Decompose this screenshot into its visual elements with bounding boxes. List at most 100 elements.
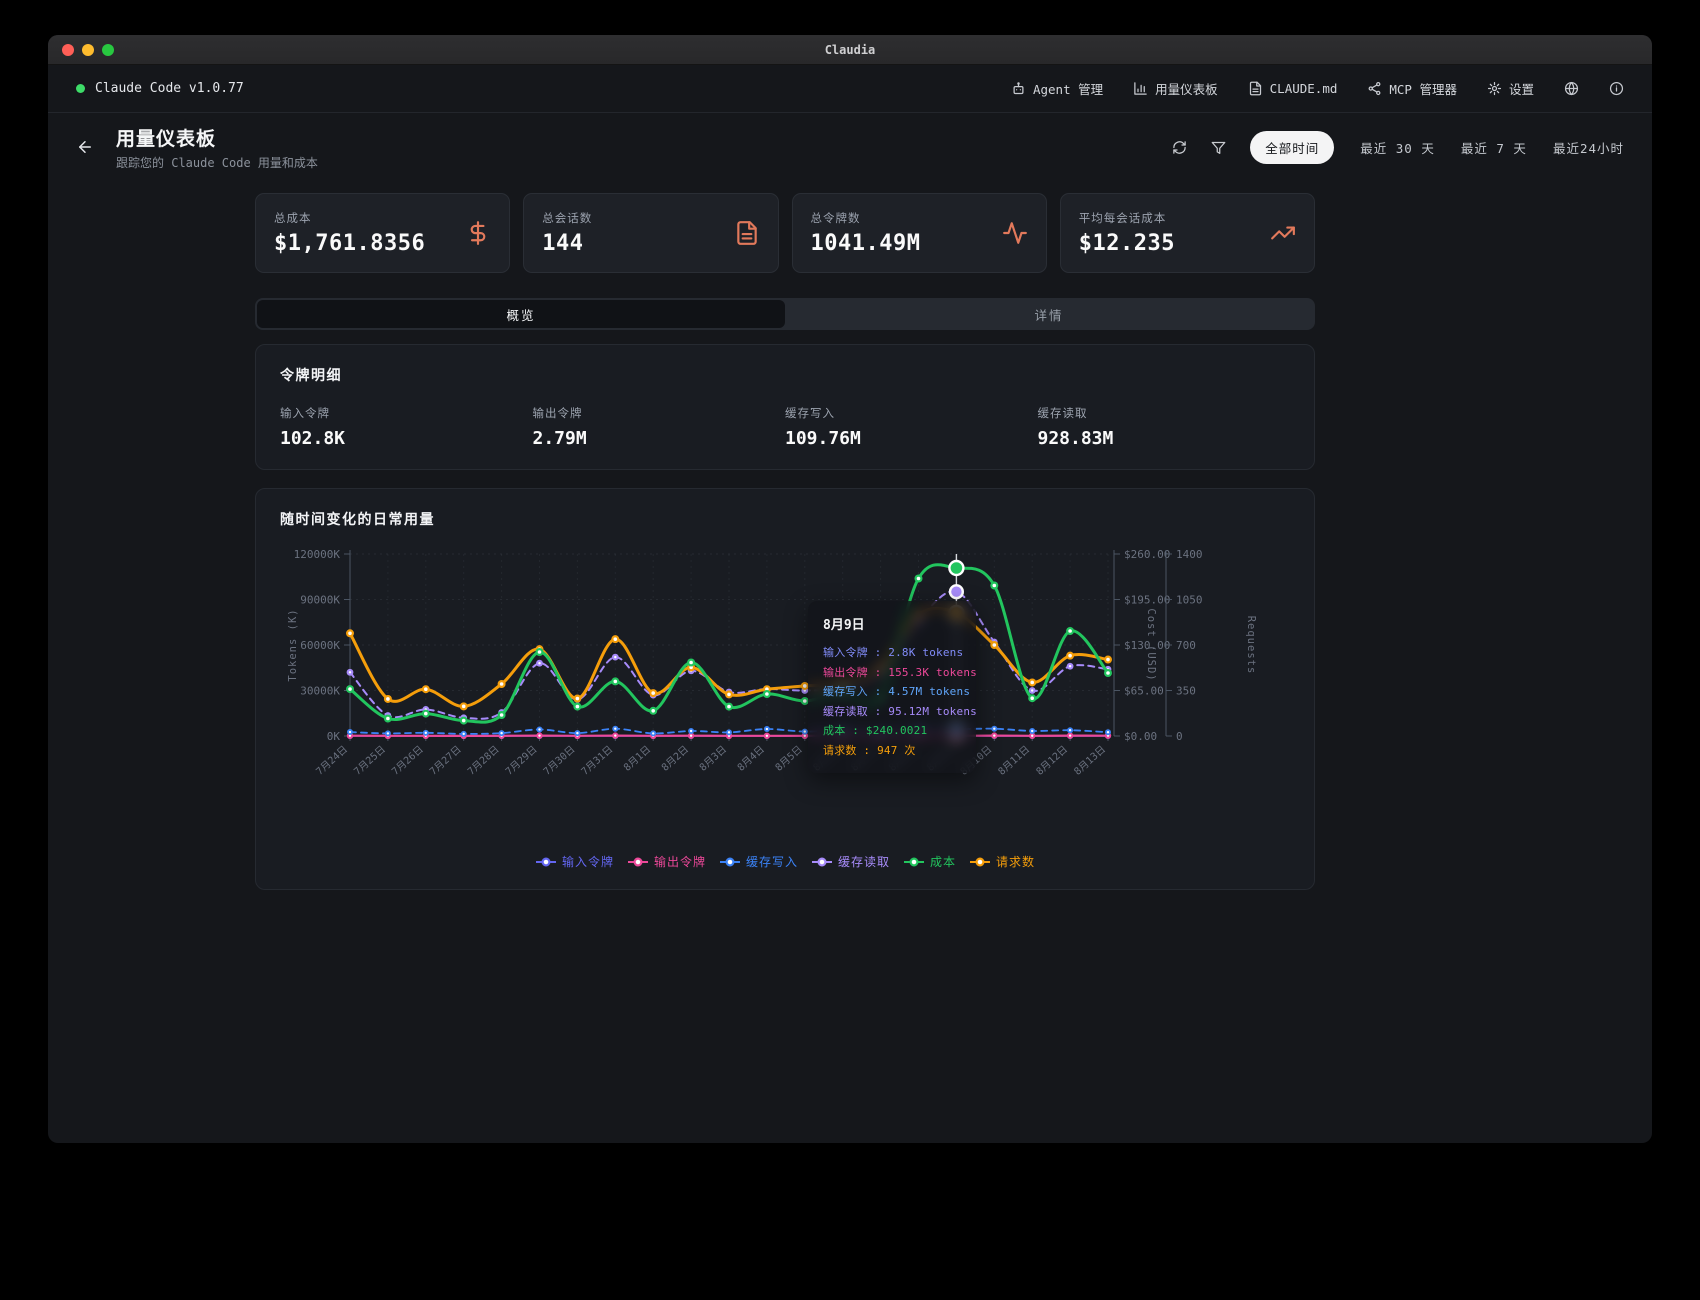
legend-item-输入令牌[interactable]: 输入令牌 [535, 853, 614, 870]
tab-详情[interactable]: 详情 [785, 300, 1313, 328]
legend-label: 成本 [930, 853, 956, 870]
nav-item-label: 用量仪表板 [1155, 79, 1218, 98]
time-filters: 全部时间 最近 30 天 最近 7 天 最近24小时 [1250, 131, 1624, 164]
close-window-button[interactable] [62, 44, 74, 56]
svg-text:30000K: 30000K [300, 685, 340, 698]
nav-item-claude-md[interactable]: CLAUDE.md [1248, 81, 1338, 96]
stat-card: 总令牌数 1041.49M [792, 193, 1047, 273]
stat-value: $12.235 [1079, 231, 1175, 256]
page-subtitle: 跟踪您的 Claude Code 用量和成本 [116, 154, 318, 171]
svg-text:7月31日: 7月31日 [579, 743, 615, 777]
stat-label: 平均每会话成本 [1079, 210, 1175, 226]
nav-item-label: MCP 管理器 [1389, 79, 1457, 98]
breakdown-label: 输出令牌 [533, 405, 786, 421]
svg-text:90000K: 90000K [300, 594, 340, 607]
svg-text:7月28日: 7月28日 [465, 743, 501, 777]
svg-text:8月4日: 8月4日 [735, 743, 767, 773]
legend-marker-icon [903, 857, 925, 867]
nav-item-label: CLAUDE.md [1270, 81, 1338, 96]
topbar: Claude Code v1.0.77 Agent 管理 用量仪表板 CLAUDE.… [48, 65, 1652, 113]
legend-label: 缓存读取 [838, 853, 890, 870]
time-filter-option[interactable]: 最近 7 天 [1461, 138, 1527, 157]
svg-text:0K: 0K [327, 730, 341, 743]
legend-item-缓存写入[interactable]: 缓存写入 [719, 853, 798, 870]
chart-title: 随时间变化的日常用量 [280, 509, 1290, 529]
window-title: Claudia [825, 43, 876, 57]
tooltip-row: 缓存写入 : 4.57M tokens [823, 682, 961, 702]
tooltip-row: 缓存读取 : 95.12M tokens [823, 702, 961, 722]
trending-up-icon [1270, 220, 1296, 246]
svg-text:$0.00: $0.00 [1124, 730, 1157, 743]
tooltip-row: 输出令牌 : 155.3K tokens [823, 663, 961, 683]
breakdown-item: 缓存读取 928.83M [1038, 405, 1291, 449]
legend-marker-icon [811, 857, 833, 867]
usage-line-chart[interactable]: 0K30000K60000K90000K120000KTokens (K)$0.… [280, 537, 1290, 787]
svg-text:700: 700 [1176, 639, 1196, 652]
tooltip-row: 输入令牌 : 2.8K tokens [823, 643, 961, 663]
nav-item-usage-dashboard[interactable]: 用量仪表板 [1133, 79, 1218, 98]
legend-marker-icon [719, 857, 741, 867]
tooltip-row: 请求数 : 947 次 [823, 741, 961, 761]
nav-item-agents[interactable]: Agent 管理 [1011, 79, 1103, 98]
breakdown-item: 输入令牌 102.8K [280, 405, 533, 449]
tooltip-rows: 输入令牌 : 2.8K tokens输出令牌 : 155.3K tokens缓存… [823, 643, 961, 760]
svg-text:7月27日: 7月27日 [427, 743, 463, 777]
minimize-window-button[interactable] [82, 44, 94, 56]
legend-marker-icon [627, 857, 649, 867]
refresh-button[interactable] [1172, 140, 1187, 155]
filter-button[interactable] [1211, 140, 1226, 155]
svg-text:$260.00: $260.00 [1124, 548, 1170, 561]
svg-text:8月13日: 8月13日 [1072, 743, 1108, 777]
stat-label: 总会话数 [542, 210, 592, 226]
svg-text:$65.00: $65.00 [1124, 685, 1164, 698]
time-filter-option[interactable]: 最近24小时 [1553, 138, 1624, 157]
svg-text:8月1日: 8月1日 [621, 743, 653, 773]
legend-label: 输入令牌 [562, 853, 614, 870]
breakdown-value: 2.79M [533, 428, 786, 449]
activity-icon [1002, 220, 1028, 246]
nav-item-language[interactable] [1564, 81, 1579, 96]
dollar-icon [465, 220, 491, 246]
topbar-nav: Agent 管理 用量仪表板 CLAUDE.md MCP 管理器 设置 [1011, 79, 1624, 98]
stat-label: 总成本 [274, 210, 425, 226]
svg-text:8月5日: 8月5日 [773, 743, 805, 773]
tooltip-date: 8月9日 [823, 614, 961, 633]
maximize-window-button[interactable] [102, 44, 114, 56]
network-icon [1367, 81, 1382, 96]
time-filter-option[interactable]: 最近 30 天 [1360, 138, 1435, 157]
legend-item-请求数[interactable]: 请求数 [969, 853, 1035, 870]
stat-value: $1,761.8356 [274, 231, 425, 256]
legend-item-输出令牌[interactable]: 输出令牌 [627, 853, 706, 870]
svg-text:7月29日: 7月29日 [503, 743, 539, 777]
legend-item-缓存读取[interactable]: 缓存读取 [811, 853, 890, 870]
legend-item-成本[interactable]: 成本 [903, 853, 956, 870]
breakdown-label: 缓存读取 [1038, 405, 1291, 421]
status-label: Claude Code v1.0.77 [95, 81, 244, 96]
chart-tooltip: 8月9日 输入令牌 : 2.8K tokens输出令牌 : 155.3K tok… [808, 601, 976, 773]
back-button[interactable] [76, 138, 94, 156]
nav-item-mcp-manager[interactable]: MCP 管理器 [1367, 79, 1457, 98]
bot-icon [1011, 81, 1026, 96]
tab-概览[interactable]: 概览 [257, 300, 785, 328]
nav-item-about[interactable] [1609, 81, 1624, 96]
legend-label: 输出令牌 [654, 853, 706, 870]
svg-text:7月24日: 7月24日 [314, 743, 350, 777]
bar-chart-icon [1133, 81, 1148, 96]
main-content: 总成本 $1,761.8356 总会话数 144 总令牌数 1041.49M 平… [255, 193, 1315, 890]
svg-text:7月30日: 7月30日 [541, 743, 577, 777]
stat-card: 平均每会话成本 $12.235 [1060, 193, 1315, 273]
time-filter-selected[interactable]: 全部时间 [1250, 131, 1334, 164]
stat-value: 144 [542, 231, 592, 256]
token-breakdown-grid: 输入令牌 102.8K输出令牌 2.79M缓存写入 109.76M缓存读取 92… [280, 405, 1290, 449]
token-breakdown-card: 令牌明细 输入令牌 102.8K输出令牌 2.79M缓存写入 109.76M缓存… [255, 344, 1315, 470]
stat-card: 总成本 $1,761.8356 [255, 193, 510, 273]
tooltip-row: 成本 : $240.0021 [823, 721, 961, 741]
nav-item-label: 设置 [1509, 79, 1534, 98]
svg-text:120000K: 120000K [294, 548, 341, 561]
svg-text:8月2日: 8月2日 [659, 743, 691, 773]
usage-chart-card: 随时间变化的日常用量 0K30000K60000K90000K120000KTo… [255, 488, 1315, 890]
svg-text:0: 0 [1176, 730, 1183, 743]
stat-value: 1041.49M [811, 231, 921, 256]
page-title: 用量仪表板 [116, 124, 318, 151]
nav-item-settings[interactable]: 设置 [1487, 79, 1534, 98]
